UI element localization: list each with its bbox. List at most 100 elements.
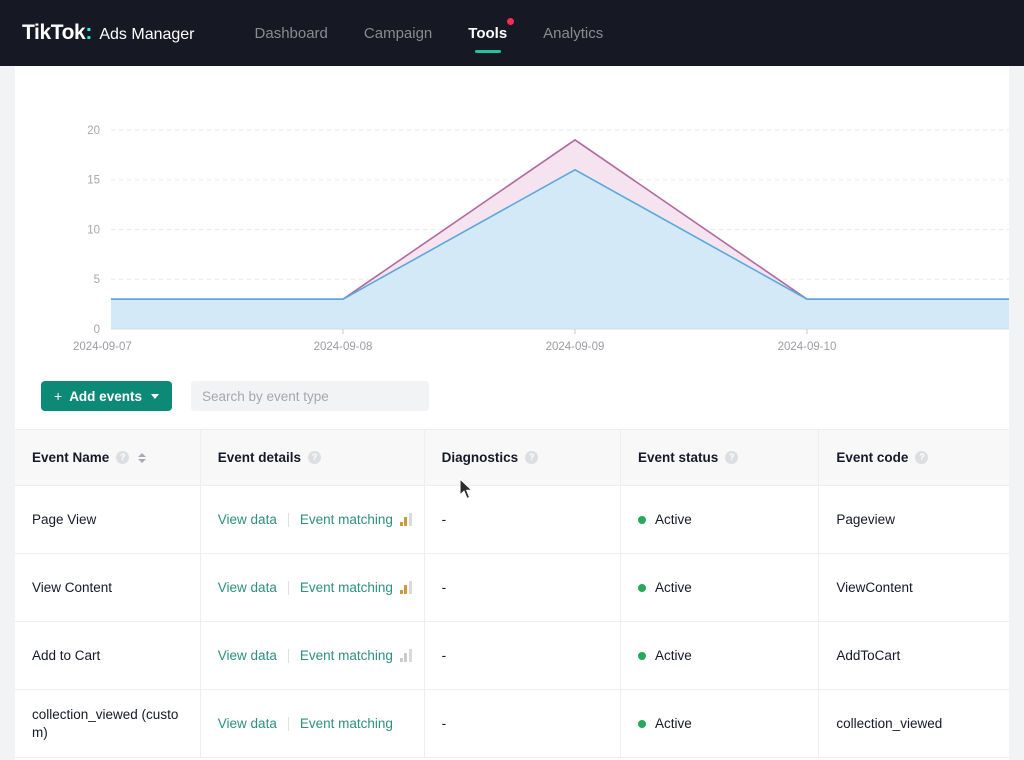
event-name-text: collection_viewed (custom) [32, 706, 179, 740]
status-badge: Active [637, 716, 808, 731]
chart-y-tick-label: 20 [87, 125, 100, 137]
table-row: View Content View data Event matching - Acti… [15, 553, 1009, 622]
events-table-head: Event Name? Event details? Diagnostics? Eve… [15, 429, 1009, 486]
sort-toggle-icon[interactable] [138, 452, 147, 463]
active-tab-underline [474, 50, 501, 53]
cell-event-details: View data Event matching [200, 485, 425, 554]
column-header-label: Event code [836, 450, 909, 465]
nav-item-analytics[interactable]: Analytics [525, 0, 621, 66]
column-header-event-status: Event status? [620, 429, 820, 486]
view-data-link[interactable]: View data [218, 648, 277, 663]
chart-y-tick-label: 15 [87, 175, 100, 187]
cell-event-details: View data Event matching [200, 553, 425, 622]
column-header-label: Diagnostics [441, 450, 519, 465]
column-header-event-details: Event details? [200, 429, 425, 486]
cell-diagnostics: - [424, 553, 621, 622]
event-matching-link[interactable]: Event matching [300, 716, 393, 731]
chart-x-tick-label: 2024-09-08 [314, 341, 373, 353]
chart-x-tick-label: 2024-09-07 [73, 341, 132, 353]
diagnostics-value: - [441, 648, 447, 663]
info-help-icon[interactable]: ? [915, 451, 929, 464]
column-header-event-code: Event code? [818, 429, 1009, 486]
brand-logo[interactable]: TikTok: Ads Manager [22, 21, 195, 45]
column-header-diagnostics: Diagnostics? [424, 429, 621, 486]
event-name-text: Page View [32, 511, 97, 527]
status-badge: Active [637, 648, 808, 663]
status-dot-icon [637, 719, 646, 728]
event-name-text: Add to Cart [32, 647, 101, 663]
table-header-row: Event Name? Event details? Diagnostics? Eve… [15, 429, 1009, 486]
link-divider [287, 648, 289, 663]
page-body: 0 5 10 15 20 2024-09-07 2024-09-08 2024-09-09 20… [0, 66, 1024, 760]
search-input[interactable] [190, 381, 429, 411]
event-details-links: View data Event matching [218, 580, 414, 595]
column-header-event-name[interactable]: Event Name? [15, 429, 201, 486]
cell-event-details: View data Event matching [200, 621, 425, 690]
event-details-links: View data Event matching [218, 512, 414, 527]
chart-y-tick-label: 10 [87, 224, 100, 236]
event-matching-link[interactable]: Event matching [300, 648, 393, 663]
column-header-inner: Event status? [638, 450, 818, 465]
chevron-down-icon [150, 393, 159, 399]
events-toolbar: + Add events [15, 380, 1009, 412]
add-events-button[interactable]: + Add events [41, 381, 172, 411]
event-code-value: Pageview [836, 512, 895, 527]
view-data-link[interactable]: View data [218, 716, 277, 731]
nav-item-tools[interactable]: Tools [450, 0, 525, 66]
link-divider [287, 512, 289, 527]
info-help-icon[interactable]: ? [308, 451, 322, 464]
nav-items: Dashboard Campaign Tools Analytics [237, 0, 622, 66]
nav-item-dashboard[interactable]: Dashboard [237, 0, 346, 66]
chart-canvas: 0 5 10 15 20 2024-09-07 2024-09-08 2024-09-09 20… [73, 125, 1009, 353]
event-matching-link[interactable]: Event matching [300, 580, 393, 595]
table-row: collection_viewed (custom) View data Event… [15, 689, 1009, 758]
status-label: Active [654, 580, 692, 595]
match-quality-bars-icon [399, 513, 412, 526]
chart-x-tick-label: 2024-09-09 [546, 341, 605, 353]
column-header-label: Event details [217, 450, 302, 465]
status-label: Active [654, 512, 692, 527]
diagnostics-value: - [441, 512, 447, 527]
status-dot-icon [637, 515, 646, 524]
cell-event-code: ViewContent [818, 553, 1009, 622]
table-row: Add to Cart View data Event matching - Activ… [15, 621, 1009, 690]
nav-item-campaign[interactable]: Campaign [346, 0, 450, 66]
event-matching-link[interactable]: Event matching [300, 512, 393, 527]
column-header-inner: Event details? [218, 450, 424, 465]
events-table: Event Name? Event details? Diagnostics? Eve… [15, 429, 1009, 758]
event-code-value: AddToCart [836, 648, 901, 663]
cell-event-name: collection_viewed (custom) [15, 689, 201, 758]
events-table-body: Page View View data Event matching - Active P… [15, 485, 1009, 758]
match-quality-bars-icon [399, 649, 412, 662]
nav-item-label: Analytics [543, 24, 604, 42]
link-divider [287, 716, 289, 731]
info-help-icon[interactable]: ? [525, 451, 539, 464]
event-code-value: collection_viewed [836, 716, 943, 731]
event-code-value: ViewContent [836, 580, 913, 595]
cell-event-details: View data Event matching [200, 689, 425, 758]
notification-badge-icon [507, 18, 515, 25]
chart-y-tick-label: 0 [94, 324, 100, 336]
match-quality-bars-icon [399, 581, 412, 594]
add-events-label: Add events [69, 388, 142, 404]
chart-x-tick-label: 2024-09-10 [778, 341, 837, 353]
event-name-text: View Content [32, 579, 113, 595]
view-data-link[interactable]: View data [218, 512, 277, 527]
column-header-inner: Event code? [836, 450, 1009, 465]
plus-icon: + [54, 388, 63, 404]
cell-event-name: Page View [15, 485, 201, 554]
column-header-label: Event status [637, 450, 719, 465]
nav-item-label: Tools [468, 24, 508, 42]
link-divider [287, 580, 289, 595]
info-help-icon[interactable]: ? [725, 451, 739, 464]
view-data-link[interactable]: View data [218, 580, 277, 595]
cell-event-status: Active [620, 689, 820, 758]
cell-diagnostics: - [424, 689, 621, 758]
cell-event-code: AddToCart [818, 621, 1009, 690]
info-help-icon[interactable]: ? [116, 451, 130, 464]
diagnostics-value: - [441, 716, 447, 731]
chart-area-series-blue [111, 169, 1009, 329]
status-dot-icon [637, 583, 646, 592]
cell-event-name: Add to Cart [15, 621, 201, 690]
cell-event-status: Active [620, 553, 820, 622]
